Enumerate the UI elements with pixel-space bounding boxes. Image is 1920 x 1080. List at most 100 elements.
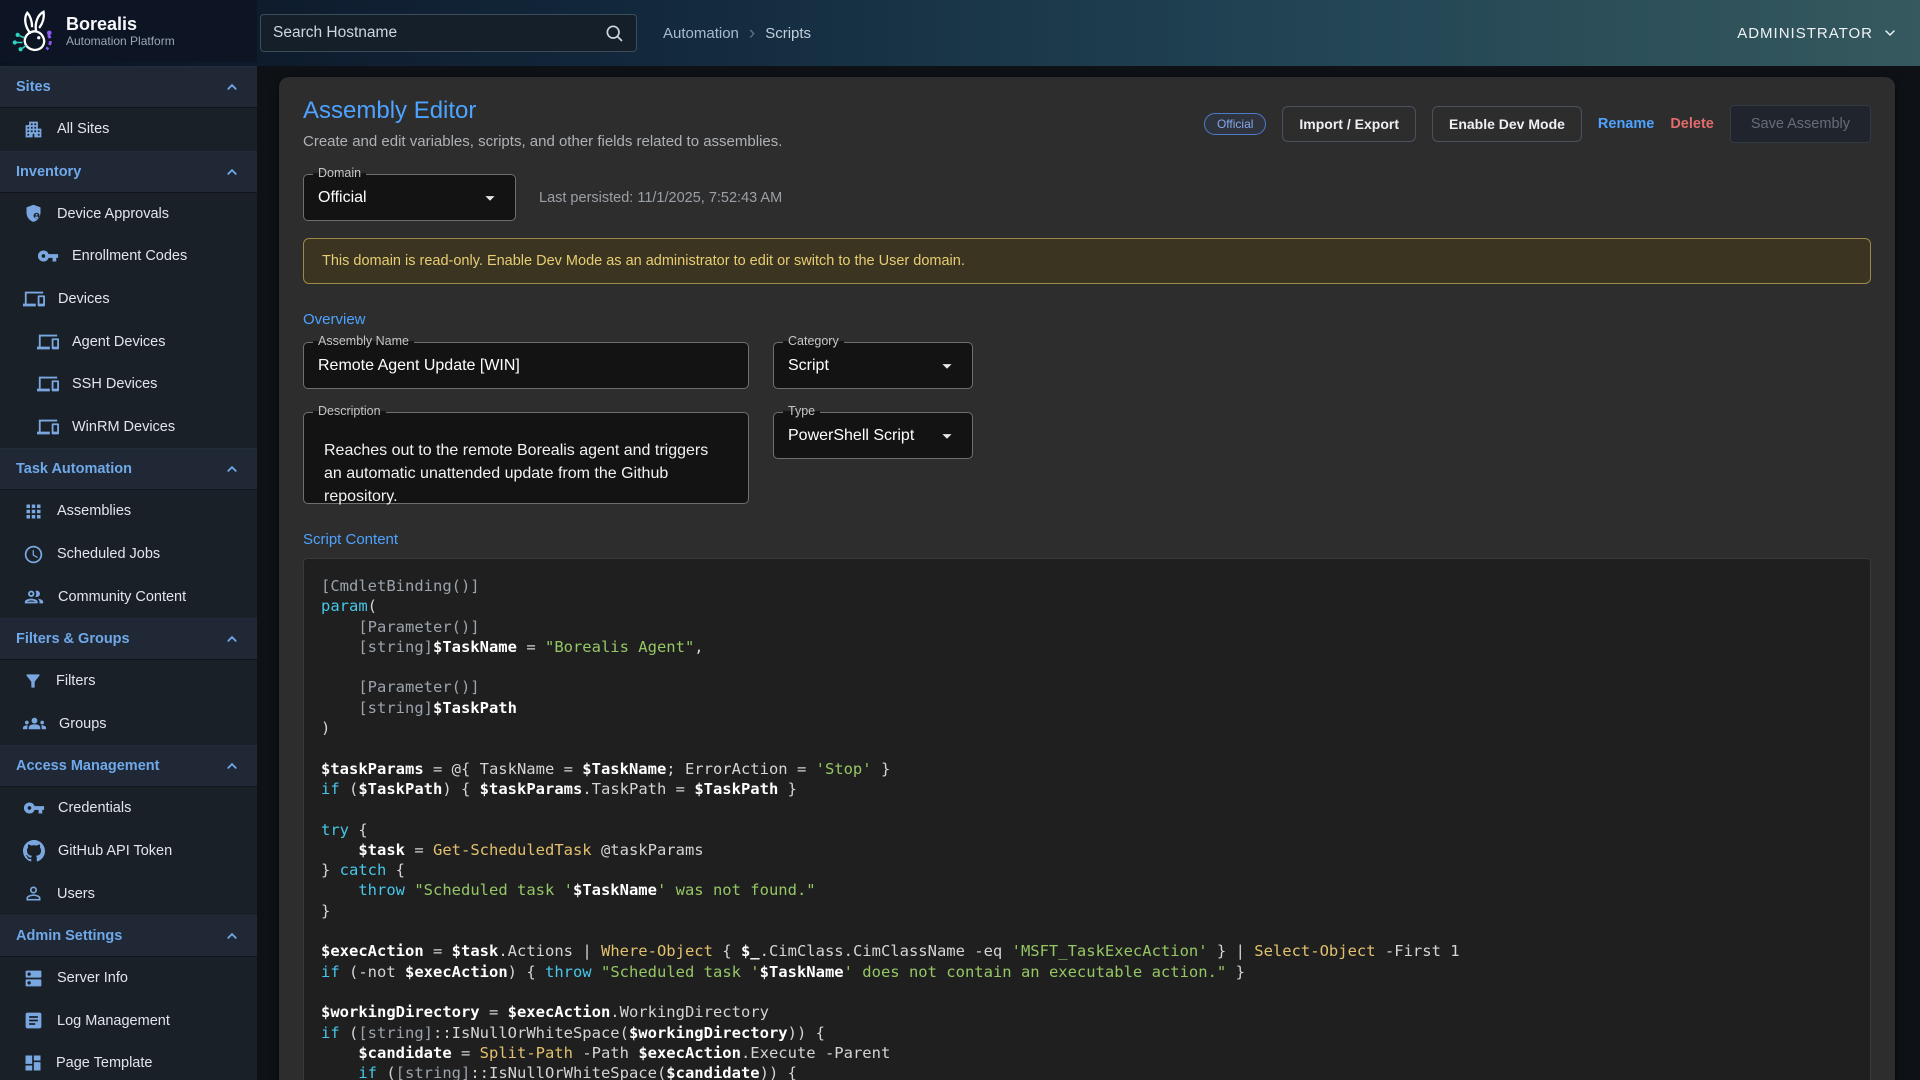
sidebar-section-admin-settings[interactable]: Admin Settings [0,915,257,957]
borealis-rabbit-logo-icon [10,8,56,54]
overview-section-label: Overview [303,311,1871,328]
sidebar-item-label: Server Info [57,970,128,986]
page-subtitle: Create and edit variables, scripts, and … [303,133,782,150]
code-line: if (-not $execAction) { throw "Scheduled… [321,962,1870,982]
code-line: if ($TaskPath) { $taskParams.TaskPath = … [321,779,1870,799]
brand-name: Borealis [66,14,175,34]
breadcrumb-automation[interactable]: Automation [663,25,739,42]
sidebar-item-users[interactable]: Users [0,872,257,915]
breadcrumb-scripts[interactable]: Scripts [765,25,811,42]
chevron-down-icon [1882,25,1898,41]
filter-icon [23,671,43,691]
sidebar-item-label: WinRM Devices [72,419,175,435]
sidebar-item-filters[interactable]: Filters [0,660,257,703]
code-line: [string]$TaskPath [321,698,1870,718]
code-line [321,738,1870,758]
devices-icon [37,416,59,438]
code-line: try { [321,820,1870,840]
chevron-up-icon [223,630,241,648]
sidebar-item-devices[interactable]: Devices [0,278,257,321]
sidebar-section-inventory[interactable]: Inventory [0,151,257,193]
assembly-name-field[interactable]: Assembly Name Remote Agent Update [WIN] [303,342,749,389]
sidebar-item-winrm-devices[interactable]: WinRM Devices [0,406,257,449]
code-line: [Parameter()] [321,677,1870,697]
sidebar-section-task-automation[interactable]: Task Automation [0,448,257,490]
sidebar-section-label: Task Automation [16,461,132,477]
description-label: Description [313,404,386,418]
last-persisted-text: Last persisted: 11/1/2025, 7:52:43 AM [539,190,782,206]
layout-icon [23,1053,43,1073]
rename-button[interactable]: Rename [1598,116,1654,132]
official-badge: Official [1204,113,1266,135]
caret-down-icon [479,187,501,209]
readonly-warning-banner: This domain is read-only. Enable Dev Mod… [303,238,1871,284]
sidebar-item-credentials[interactable]: Credentials [0,787,257,830]
sidebar-section-filters-groups[interactable]: Filters & Groups [0,618,257,660]
save-assembly-button[interactable]: Save Assembly [1730,105,1871,143]
import-export-button[interactable]: Import / Export [1282,106,1416,142]
sidebar-section-sites[interactable]: Sites [0,66,257,108]
sidebar-section-label: Filters & Groups [16,631,130,647]
sidebar-item-label: Device Approvals [57,206,169,222]
sidebar-item-scheduled-jobs[interactable]: Scheduled Jobs [0,533,257,576]
code-line: [string]$TaskName = "Borealis Agent", [321,637,1870,657]
sidebar-item-agent-devices[interactable]: Agent Devices [0,320,257,363]
type-select[interactable]: Type PowerShell Script [773,412,973,459]
sidebar-item-device-approvals[interactable]: Device Approvals [0,193,257,236]
sidebar-item-ssh-devices[interactable]: SSH Devices [0,363,257,406]
sidebar-section-access-management[interactable]: Access Management [0,745,257,787]
readonly-warning-text: This domain is read-only. Enable Dev Mod… [322,253,965,269]
description-field[interactable]: Description Reaches out to the remote Bo… [303,412,749,504]
devices-icon [23,288,45,310]
sidebar-item-label: Devices [58,291,110,307]
delete-button[interactable]: Delete [1670,116,1714,132]
script-code-editor[interactable]: [CmdletBinding()]param( [Parameter()] [s… [303,558,1871,1080]
chevron-up-icon [223,927,241,945]
chevron-up-icon [223,757,241,775]
sidebar-item-label: Groups [59,716,107,732]
user-icon [23,883,44,904]
domain-select[interactable]: Domain Official [303,174,516,221]
assembly-name-label: Assembly Name [313,334,414,348]
code-line: $candidate = Split-Path -Path $execActio… [321,1043,1870,1063]
sidebar-item-assemblies[interactable]: Assemblies [0,490,257,533]
assembly-name-value: Remote Agent Update [WIN] [318,357,520,375]
sidebar-section-label: Admin Settings [16,928,122,944]
key-icon [23,797,45,819]
sidebar-item-label: Enrollment Codes [72,248,187,264]
code-line: ) [321,718,1870,738]
breadcrumb-separator-icon: › [749,26,755,41]
shield-icon [23,203,44,224]
code-line [321,921,1870,941]
sidebar-item-label: Community Content [58,589,186,605]
code-line: [Parameter()] [321,617,1870,637]
code-line [321,982,1870,1002]
groups-icon [23,712,46,735]
sidebar-item-community-content[interactable]: Community Content [0,575,257,618]
github-icon [23,840,45,862]
code-line: if ([string]::IsNullOrWhiteSpace($candid… [321,1063,1870,1080]
sidebar-item-log-management[interactable]: Log Management [0,1000,257,1043]
category-select-label: Category [783,334,844,348]
sidebar-item-github-api-token[interactable]: GitHub API Token [0,830,257,873]
search-icon[interactable] [604,23,624,43]
sidebar-item-label: Users [57,886,95,902]
category-select[interactable]: Category Script [773,342,973,389]
hostname-search-box[interactable] [260,14,637,52]
sidebar-item-page-template[interactable]: Page Template [0,1042,257,1080]
brand-tagline: Automation Platform [66,34,175,48]
code-line: } catch { [321,860,1870,880]
search-input[interactable] [273,24,604,42]
page-title: Assembly Editor [303,97,782,125]
sidebar-item-server-info[interactable]: Server Info [0,957,257,1000]
sidebar-item-label: Log Management [57,1013,170,1029]
devices-icon [37,373,59,395]
sidebar-item-enrollment-codes[interactable]: Enrollment Codes [0,235,257,278]
assembly-editor-card: Assembly Editor Create and edit variable… [279,77,1895,1080]
enable-dev-mode-button[interactable]: Enable Dev Mode [1432,106,1582,142]
sidebar-item-groups[interactable]: Groups [0,703,257,746]
code-line: param( [321,596,1870,616]
administrator-menu[interactable]: ADMINISTRATOR [1737,0,1898,66]
sidebar-item-all-sites[interactable]: All Sites [0,108,257,151]
sidebar-item-label: Filters [56,673,95,689]
